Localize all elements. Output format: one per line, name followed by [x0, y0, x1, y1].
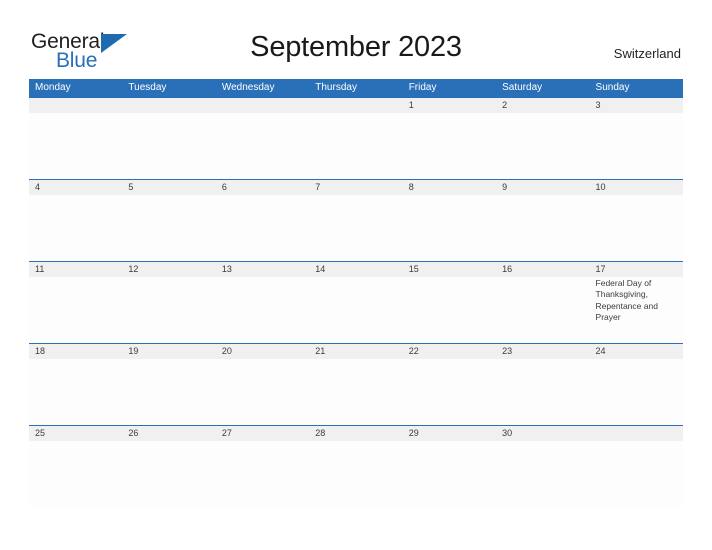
day-number[interactable]: 25 [29, 426, 122, 441]
day-cell[interactable] [122, 277, 215, 343]
calendar-week-row: 1 2 3 [29, 97, 683, 179]
day-cell[interactable] [590, 359, 683, 425]
calendar-page: General Blue September 2023 Switzerland … [0, 0, 712, 550]
day-cell[interactable] [403, 195, 496, 261]
weekday-header-tuesday: Tuesday [128, 82, 167, 93]
day-cell[interactable] [122, 113, 215, 179]
day-number[interactable]: 28 [309, 426, 402, 441]
day-cell[interactable] [309, 359, 402, 425]
week-event-band [29, 113, 683, 179]
weekday-header-thursday: Thursday [315, 82, 357, 93]
day-number[interactable]: 10 [590, 180, 683, 195]
day-number[interactable]: 30 [496, 426, 589, 441]
day-number[interactable]: 22 [403, 344, 496, 359]
day-number[interactable]: 13 [216, 262, 309, 277]
day-cell[interactable] [122, 441, 215, 507]
day-event-text: Federal Day of Thanksgiving, Repentance … [595, 278, 658, 323]
day-number[interactable]: 12 [122, 262, 215, 277]
day-cell[interactable] [216, 441, 309, 507]
day-cell[interactable] [216, 195, 309, 261]
day-number[interactable] [29, 98, 122, 113]
weekday-header-friday: Friday [408, 82, 437, 93]
week-date-band: 1 2 3 [29, 98, 683, 113]
week-date-band: 11 12 13 14 15 16 17 [29, 262, 683, 277]
day-number[interactable]: 11 [29, 262, 122, 277]
page-title: September 2023 [250, 31, 462, 63]
weekday-header-sunday: Sunday [595, 82, 630, 93]
day-number[interactable]: 9 [496, 180, 589, 195]
day-cell[interactable] [29, 359, 122, 425]
day-number[interactable]: 24 [590, 344, 683, 359]
day-number[interactable]: 19 [122, 344, 215, 359]
day-cell[interactable] [496, 441, 589, 507]
day-number[interactable]: 20 [216, 344, 309, 359]
day-number[interactable]: 5 [122, 180, 215, 195]
day-cell[interactable] [309, 277, 402, 343]
weekday-header-saturday: Saturday [502, 82, 543, 93]
day-number[interactable]: 23 [496, 344, 589, 359]
day-number[interactable] [122, 98, 215, 113]
day-cell[interactable] [122, 195, 215, 261]
calendar-grid: Monday Tuesday Wednesday Thursday Friday… [29, 79, 683, 507]
calendar-week-row: 11 12 13 14 15 16 17 Federal Day of Than… [29, 261, 683, 343]
calendar-week-row: 4 5 6 7 8 9 10 [29, 179, 683, 261]
weekday-header-row: Monday Tuesday Wednesday Thursday Friday… [29, 79, 683, 97]
day-number[interactable]: 6 [216, 180, 309, 195]
day-cell[interactable] [496, 277, 589, 343]
day-number[interactable]: 2 [496, 98, 589, 113]
day-cell[interactable] [496, 359, 589, 425]
day-cell[interactable] [216, 113, 309, 179]
calendar-week-row: 25 26 27 28 29 30 [29, 425, 683, 507]
day-number[interactable]: 8 [403, 180, 496, 195]
page-header: General Blue September 2023 Switzerland [0, 0, 712, 79]
day-number[interactable] [309, 98, 402, 113]
day-cell[interactable] [403, 277, 496, 343]
week-date-band: 25 26 27 28 29 30 [29, 426, 683, 441]
calendar-week-row: 18 19 20 21 22 23 24 [29, 343, 683, 425]
day-cell[interactable] [403, 113, 496, 179]
region-label: Switzerland [613, 46, 681, 61]
day-cell-holiday[interactable]: Federal Day of Thanksgiving, Repentance … [590, 277, 683, 343]
day-number[interactable]: 1 [403, 98, 496, 113]
week-event-band [29, 195, 683, 261]
weekday-header-monday: Monday [35, 82, 71, 93]
day-number[interactable]: 15 [403, 262, 496, 277]
day-number[interactable]: 26 [122, 426, 215, 441]
day-cell[interactable] [496, 195, 589, 261]
day-cell[interactable] [216, 359, 309, 425]
day-cell[interactable] [590, 113, 683, 179]
day-number[interactable]: 4 [29, 180, 122, 195]
day-cell[interactable] [403, 359, 496, 425]
day-cell[interactable] [309, 195, 402, 261]
day-cell[interactable] [29, 195, 122, 261]
day-number[interactable]: 27 [216, 426, 309, 441]
week-date-band: 18 19 20 21 22 23 24 [29, 344, 683, 359]
day-number[interactable] [216, 98, 309, 113]
day-cell[interactable] [29, 113, 122, 179]
day-cell[interactable] [122, 359, 215, 425]
day-number[interactable]: 7 [309, 180, 402, 195]
day-cell[interactable] [216, 277, 309, 343]
day-cell[interactable] [590, 441, 683, 507]
day-cell[interactable] [403, 441, 496, 507]
day-number[interactable]: 14 [309, 262, 402, 277]
day-cell[interactable] [29, 277, 122, 343]
weekday-header-wednesday: Wednesday [221, 82, 275, 93]
day-cell[interactable] [590, 195, 683, 261]
day-cell[interactable] [309, 113, 402, 179]
day-number[interactable] [590, 426, 683, 441]
week-event-band [29, 441, 683, 507]
week-event-band [29, 359, 683, 425]
day-number[interactable]: 17 [590, 262, 683, 277]
day-number[interactable]: 3 [590, 98, 683, 113]
day-number[interactable]: 18 [29, 344, 122, 359]
day-number[interactable]: 21 [309, 344, 402, 359]
week-event-band: Federal Day of Thanksgiving, Repentance … [29, 277, 683, 343]
day-number[interactable]: 29 [403, 426, 496, 441]
day-cell[interactable] [496, 113, 589, 179]
day-number[interactable]: 16 [496, 262, 589, 277]
day-cell[interactable] [309, 441, 402, 507]
week-date-band: 4 5 6 7 8 9 10 [29, 180, 683, 195]
day-cell[interactable] [29, 441, 122, 507]
